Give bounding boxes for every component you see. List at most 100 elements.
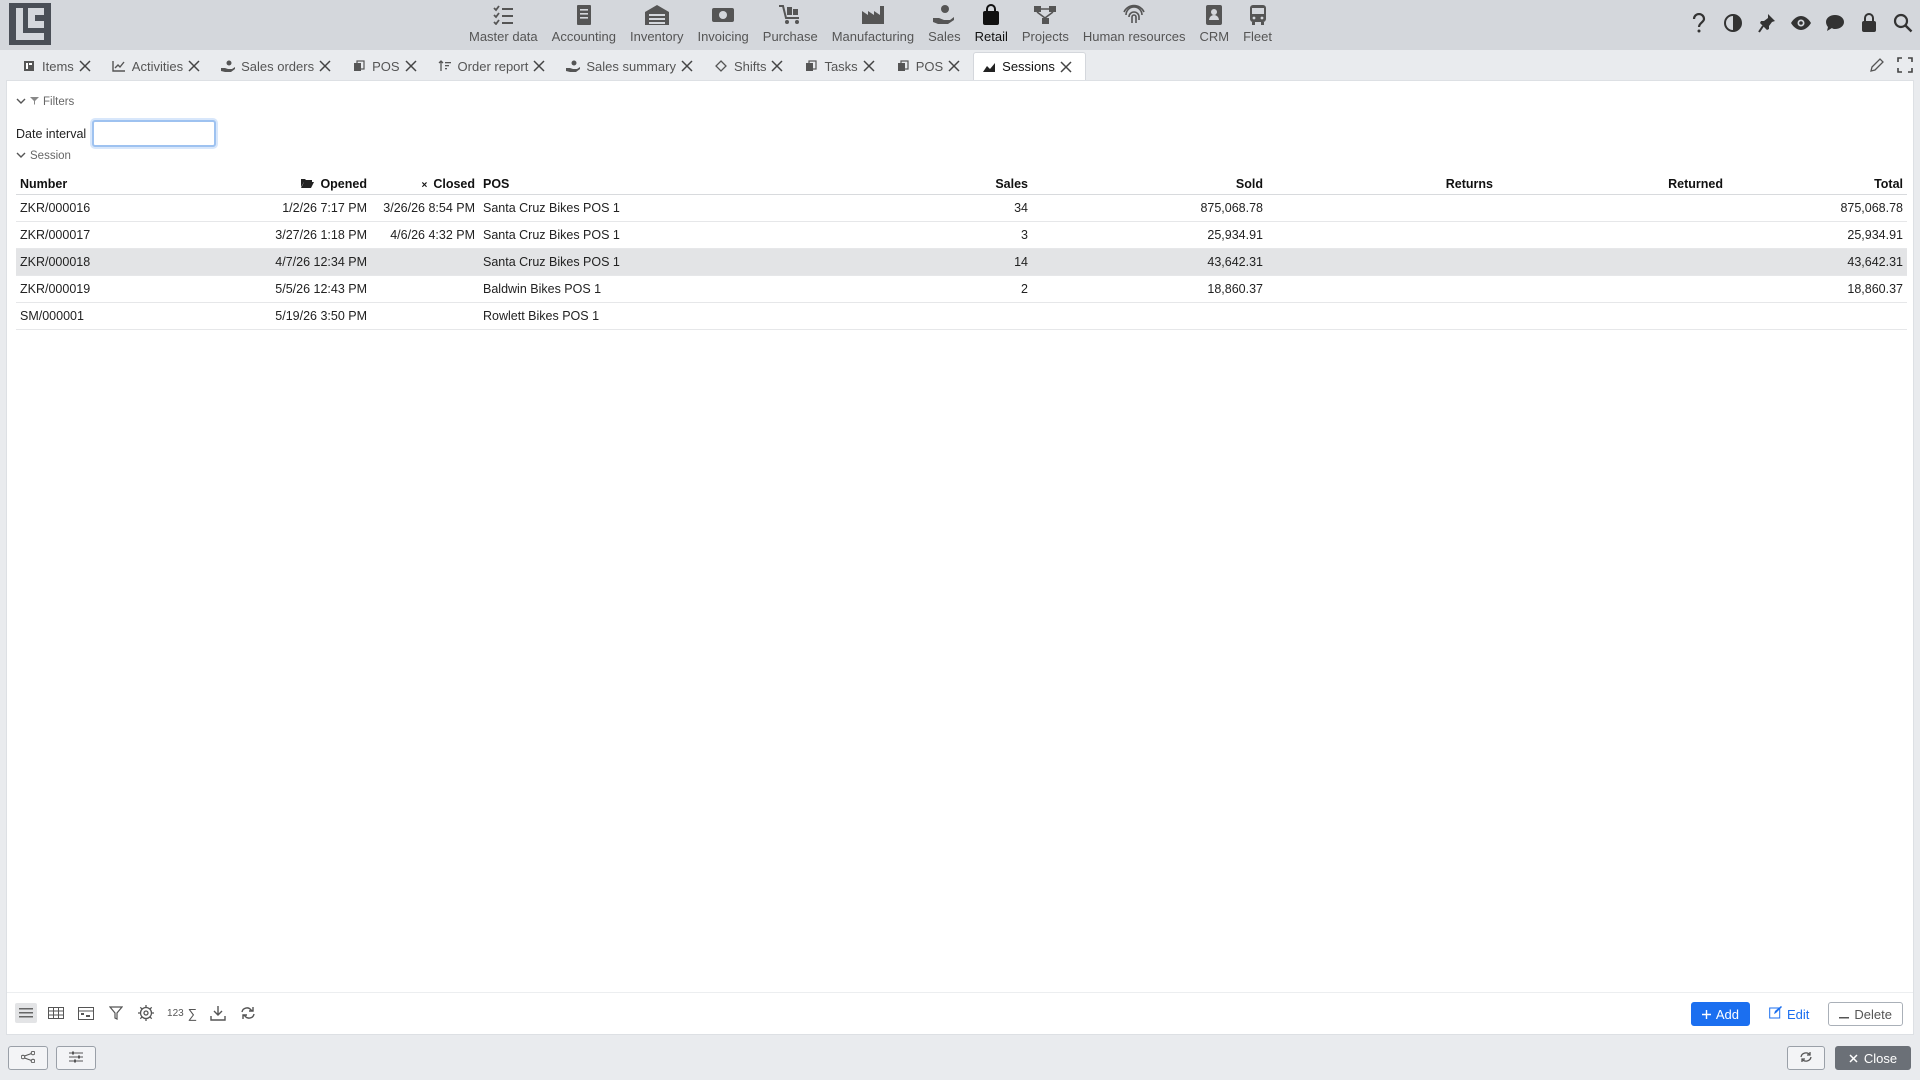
col-header-total[interactable]: Total	[1727, 174, 1907, 195]
close-button[interactable]: Close	[1835, 1046, 1911, 1070]
fullscreen-icon[interactable]	[1896, 56, 1914, 74]
top-right-actions	[1688, 12, 1914, 34]
cell-pos: Santa Cruz Bikes POS 1	[479, 248, 959, 276]
date-interval-input[interactable]	[92, 120, 217, 147]
calendar-view-icon[interactable]	[75, 1003, 97, 1023]
clear-sort-icon[interactable]: ×	[421, 180, 427, 191]
tab-label: Tasks	[824, 58, 858, 74]
tab-sessions[interactable]: Sessions	[973, 52, 1086, 80]
edit-button[interactable]: Edit	[1758, 1002, 1821, 1026]
table-row[interactable]: ZKR/000017 3/27/26 1:18 PM 4/6/26 4:32 P…	[16, 221, 1907, 249]
search-icon[interactable]	[1892, 12, 1914, 34]
pin-icon[interactable]	[1756, 12, 1778, 34]
module-purchase[interactable]: Purchase	[756, 0, 825, 50]
chevron-down-icon	[16, 96, 26, 108]
close-icon[interactable]	[318, 59, 332, 73]
cell-number: ZKR/000017	[16, 221, 251, 249]
col-header-opened[interactable]: Opened	[251, 174, 371, 195]
tab-items[interactable]: Items	[14, 52, 104, 80]
lock-icon[interactable]	[1858, 12, 1880, 34]
grid-view-icon[interactable]	[45, 1003, 67, 1023]
module-sales[interactable]: Sales	[921, 0, 968, 50]
tab-label: Shifts	[733, 58, 767, 74]
session-label: Session	[30, 150, 71, 162]
col-header-returned[interactable]: Returned	[1497, 174, 1727, 195]
col-header-sales[interactable]: Sales	[959, 174, 1032, 195]
settings-sliders-button[interactable]	[56, 1046, 96, 1070]
close-icon[interactable]	[1059, 60, 1073, 74]
tab-sales-orders[interactable]: Sales orders	[213, 52, 344, 80]
tab-pos[interactable]: POS	[344, 52, 429, 80]
refresh-button[interactable]	[1787, 1046, 1825, 1070]
eye-icon[interactable]	[1790, 12, 1812, 34]
theme-contrast-icon[interactable]	[1722, 12, 1744, 34]
chat-icon[interactable]	[1824, 12, 1846, 34]
filters-toggle[interactable]: Filters	[16, 96, 74, 108]
copy-icon	[352, 59, 366, 73]
tab-shifts[interactable]: Shifts	[706, 52, 797, 80]
module-fleet[interactable]: Fleet	[1236, 0, 1279, 50]
cell-sales: 14	[959, 248, 1032, 276]
help-icon[interactable]	[1688, 12, 1710, 34]
module-accounting[interactable]: Accounting	[545, 0, 623, 50]
cell-opened: 3/27/26 1:18 PM	[251, 221, 371, 249]
module-retail[interactable]: Retail	[968, 0, 1015, 50]
cell-total: 43,642.31	[1727, 248, 1907, 276]
close-icon[interactable]	[770, 59, 784, 73]
session-section-toggle[interactable]: Session	[16, 150, 71, 162]
module-label: Fleet	[1243, 29, 1272, 44]
module-manufacturing[interactable]: Manufacturing	[825, 0, 921, 50]
module-label: Sales	[928, 29, 961, 44]
close-icon[interactable]	[78, 59, 92, 73]
refresh-cycle-icon[interactable]	[237, 1003, 259, 1023]
module-crm[interactable]: CRM	[1192, 0, 1236, 50]
pencil-icon[interactable]	[1868, 56, 1886, 74]
module-invoicing[interactable]: Invoicing	[690, 0, 755, 50]
tab-tasks[interactable]: Tasks	[796, 52, 887, 80]
tab-sales-summary[interactable]: Sales summary	[558, 52, 706, 80]
tab-order-report[interactable]: Order report	[430, 52, 559, 80]
sum-icon[interactable]: 123 ∑	[165, 1003, 199, 1023]
col-header-number[interactable]: Number	[16, 174, 251, 195]
filter-icon[interactable]	[105, 1003, 127, 1023]
module-master-data[interactable]: Master data	[462, 0, 545, 50]
table-row[interactable]: SM/000001 5/19/26 3:50 PM Rowlett Bikes …	[16, 302, 1907, 330]
tab-activities[interactable]: Activities	[104, 52, 213, 80]
cell-number: ZKR/000016	[16, 194, 251, 222]
close-icon[interactable]	[862, 59, 876, 73]
cell-returned	[1497, 248, 1727, 276]
list-view-icon[interactable]	[15, 1003, 37, 1023]
close-icon[interactable]	[187, 59, 201, 73]
col-header-sold[interactable]: Sold	[1032, 174, 1267, 195]
close-icon[interactable]	[947, 59, 961, 73]
edit-button-label: Edit	[1787, 1006, 1810, 1022]
app-logo[interactable]	[8, 2, 52, 46]
close-icon[interactable]	[404, 59, 418, 73]
table-row[interactable]: ZKR/000019 5/5/26 12:43 PM Baldwin Bikes…	[16, 275, 1907, 303]
close-icon[interactable]	[532, 59, 546, 73]
col-header-pos[interactable]: POS	[479, 174, 959, 195]
tab-label: Sales summary	[586, 58, 676, 74]
minus-icon	[1839, 1007, 1850, 1022]
add-button[interactable]: Add	[1690, 1002, 1751, 1026]
module-projects[interactable]: Projects	[1015, 0, 1076, 50]
close-icon[interactable]	[680, 59, 694, 73]
cell-closed	[371, 302, 479, 330]
col-header-closed[interactable]: × Closed	[371, 174, 479, 195]
share-button[interactable]	[8, 1046, 48, 1070]
col-header-returns[interactable]: Returns	[1267, 174, 1497, 195]
cell-sales: 3	[959, 221, 1032, 249]
module-human-resources[interactable]: Human resources	[1076, 0, 1193, 50]
tab-pos-2[interactable]: POS	[888, 52, 973, 80]
ledger-icon	[571, 3, 597, 27]
module-label: Projects	[1021, 29, 1069, 44]
module-menu: Master data Accounting Inventory Invoici…	[462, 0, 1279, 50]
tab-label: Sessions	[1002, 59, 1055, 74]
settings-gear-icon[interactable]	[135, 1003, 157, 1023]
download-icon[interactable]	[207, 1003, 229, 1023]
items-icon	[22, 59, 36, 73]
table-row-selected[interactable]: ZKR/000018 4/7/26 12:34 PM Santa Cruz Bi…	[16, 248, 1907, 276]
table-row[interactable]: ZKR/000016 1/2/26 7:17 PM 3/26/26 8:54 P…	[16, 194, 1907, 222]
delete-button[interactable]: Delete	[1828, 1002, 1903, 1026]
module-inventory[interactable]: Inventory	[623, 0, 690, 50]
